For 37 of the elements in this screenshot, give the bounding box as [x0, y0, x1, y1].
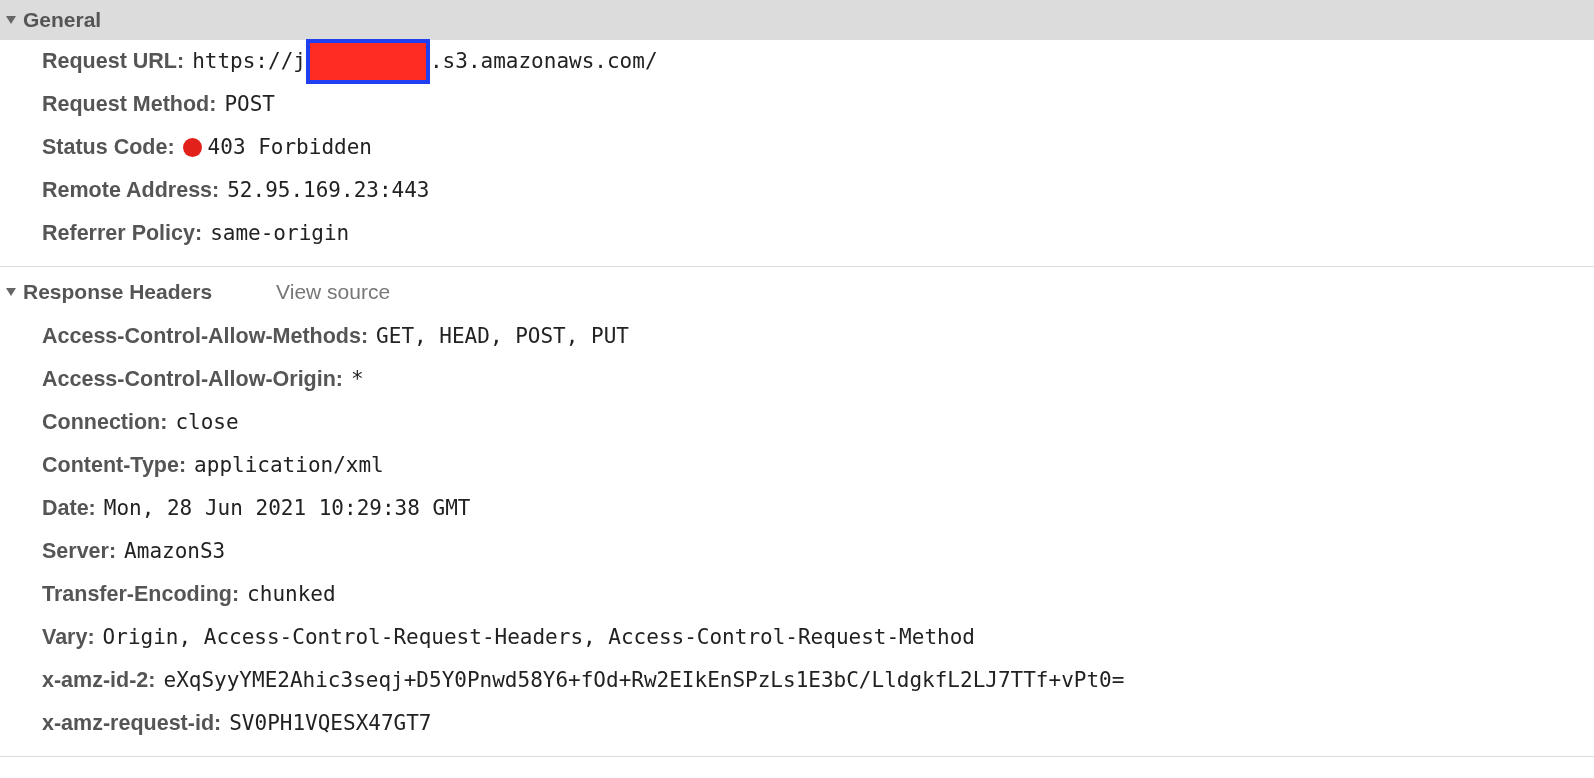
header-value: 52.95.169.23:443 — [227, 176, 430, 204]
header-value: * — [351, 365, 364, 393]
header-value: same-origin — [210, 219, 350, 247]
header-value: application/xml — [194, 451, 384, 479]
header-name: Access-Control-Allow-Origin: — [42, 366, 343, 394]
header-name: x-amz-request-id: — [42, 710, 222, 738]
header-value: POST — [224, 90, 275, 118]
header-name: Request Method: — [42, 91, 217, 119]
collapse-triangle-icon[interactable] — [5, 14, 17, 26]
header-name: Access-Control-Allow-Methods: — [42, 323, 369, 351]
header-name: Referrer Policy: — [42, 220, 203, 248]
header-name: Transfer-Encoding: — [42, 581, 240, 609]
header-value: AmazonS3 — [124, 537, 226, 565]
section-header[interactable]: General — [0, 0, 1594, 40]
header-name: x-amz-id-2: — [42, 667, 156, 695]
view-source-link[interactable]: View source — [276, 276, 391, 308]
header-value: GET, HEAD, POST, PUT — [376, 322, 629, 350]
header-name: Server: — [42, 538, 117, 566]
section-title: General — [23, 7, 102, 34]
header-name: Vary: — [42, 624, 95, 652]
header-value: close — [175, 408, 239, 436]
header-name: Remote Address: — [42, 177, 220, 205]
header-name: Request URL: — [42, 48, 185, 76]
header-name: Date: — [42, 495, 96, 523]
header-value: 403 Forbidden — [207, 133, 372, 161]
header-value: https://j — [192, 47, 306, 75]
header-value: Origin, Access-Control-Request-Headers, Access-Control-Request-Method — [102, 623, 975, 651]
header-value: eXqSyyYME2Ahic3seqj+D5Y0Pnwd58Y6+fOd+Rw2EIkEnSPzLs1E3bC/LldgkfL2LJ7TTf+vPt0= — [163, 666, 1125, 694]
header-name: Connection: — [42, 409, 168, 437]
header-name: Content-Type: — [42, 452, 187, 480]
header-name: Status Code: — [42, 134, 175, 162]
header-value: .s3.amazonaws.com/ — [429, 47, 658, 75]
collapse-triangle-icon[interactable] — [5, 286, 17, 298]
header-value: SV0PH1VQESX47GT7 — [229, 709, 432, 737]
section-title: Response Headers — [23, 279, 213, 306]
header-value: chunked — [247, 580, 336, 608]
header-value: Mon, 28 Jun 2021 10:29:38 GMT — [103, 494, 471, 522]
